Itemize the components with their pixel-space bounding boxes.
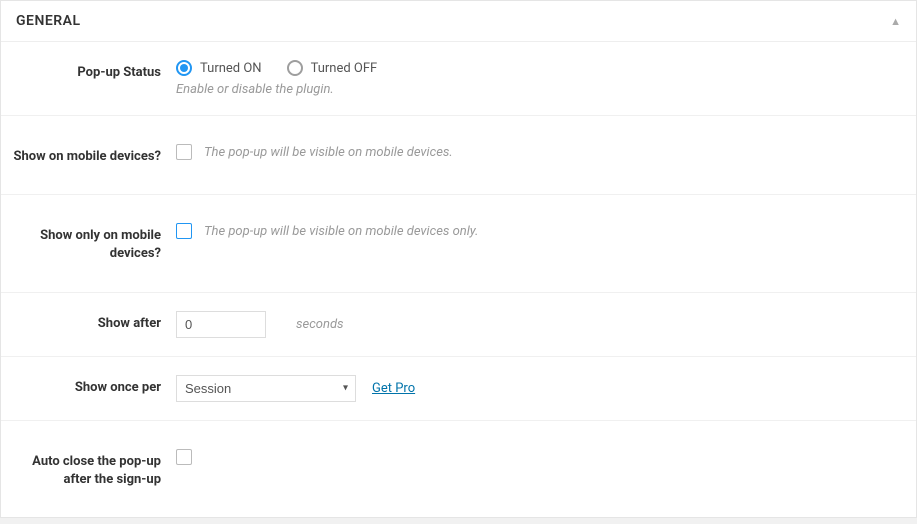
label-auto-close: Auto close the pop-up after the sign-up: [6, 449, 176, 489]
radio-label-on: Turned ON: [200, 61, 262, 76]
help-show-only-mobile: The pop-up will be visible on mobile dev…: [204, 224, 478, 239]
radio-icon: [176, 60, 192, 76]
row-show-after: Show after seconds: [1, 293, 916, 357]
input-show-after-seconds[interactable]: [176, 311, 266, 338]
checkbox-show-mobile[interactable]: [176, 144, 192, 160]
label-popup-status: Pop-up Status: [6, 60, 176, 82]
label-show-after: Show after: [6, 311, 176, 333]
radio-label-off: Turned OFF: [311, 61, 378, 76]
radio-turned-off[interactable]: Turned OFF: [287, 60, 378, 76]
label-show-mobile: Show on mobile devices?: [6, 144, 176, 166]
row-show-mobile: Show on mobile devices? The pop-up will …: [1, 116, 916, 195]
radio-turned-on[interactable]: Turned ON: [176, 60, 262, 76]
panel-header: GENERAL ▲: [1, 1, 916, 42]
collapse-toggle-icon[interactable]: ▲: [890, 15, 901, 28]
select-show-once-per[interactable]: Session: [176, 375, 356, 402]
get-pro-link[interactable]: Get Pro: [372, 381, 415, 396]
label-show-only-mobile: Show only on mobile devices?: [6, 223, 176, 263]
help-show-mobile: The pop-up will be visible on mobile dev…: [204, 145, 453, 160]
row-show-once-per: Show once per Session Get Pro: [1, 357, 916, 421]
suffix-seconds: seconds: [296, 317, 344, 332]
row-show-only-mobile: Show only on mobile devices? The pop-up …: [1, 195, 916, 292]
general-settings-panel: GENERAL ▲ Pop-up Status Turned ON Turned…: [0, 0, 917, 518]
row-popup-status: Pop-up Status Turned ON Turned OFF Enabl…: [1, 42, 916, 116]
checkbox-show-only-mobile[interactable]: [176, 223, 192, 239]
row-auto-close: Auto close the pop-up after the sign-up: [1, 421, 916, 517]
radio-icon: [287, 60, 303, 76]
label-show-once-per: Show once per: [6, 375, 176, 397]
popup-status-radio-group: Turned ON Turned OFF: [176, 60, 901, 76]
checkbox-auto-close[interactable]: [176, 449, 192, 465]
help-popup-status: Enable or disable the plugin.: [176, 82, 901, 97]
panel-title: GENERAL: [16, 13, 81, 29]
